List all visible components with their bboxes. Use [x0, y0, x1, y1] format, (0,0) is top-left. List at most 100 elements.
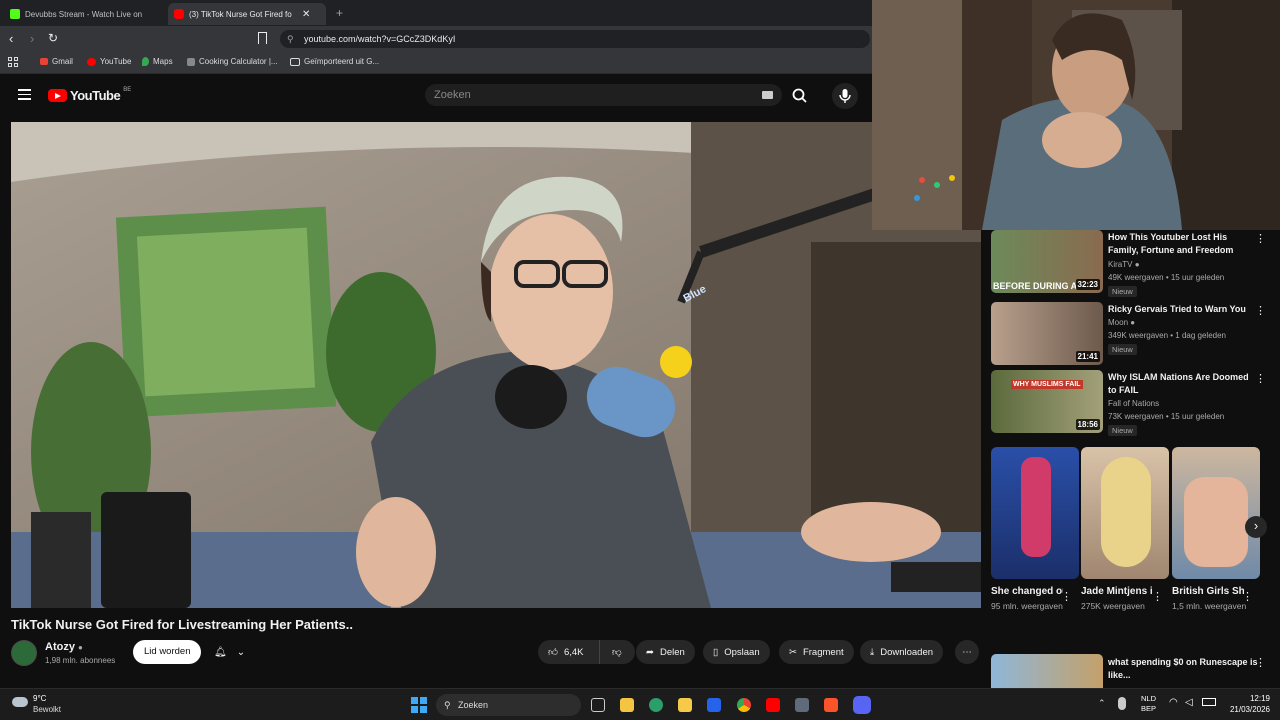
start-icon[interactable] — [411, 697, 427, 713]
video-frame — [11, 122, 981, 608]
language-indicator[interactable]: NLD — [1141, 694, 1156, 703]
calculator-icon — [187, 57, 195, 66]
keyboard-icon[interactable] — [762, 91, 773, 99]
bookmark-label: Gmail — [52, 57, 73, 66]
notification-button[interactable]: 🔔︎ ⌄ — [206, 640, 256, 664]
reload-icon[interactable]: ↻ — [48, 31, 58, 45]
bookmark-icon[interactable] — [258, 32, 267, 44]
channel-name[interactable]: Moon ● — [1108, 318, 1135, 327]
bookmark-gmail[interactable]: Gmail — [40, 57, 73, 66]
calendar-app-icon[interactable] — [620, 698, 634, 712]
search-button[interactable] — [790, 86, 810, 106]
verified-icon: ● — [1130, 318, 1136, 327]
new-tab-icon[interactable]: + — [336, 6, 343, 20]
short-item[interactable]: She changed outfits in 1 ... 95 mln. wee… — [991, 447, 1079, 613]
short-title[interactable]: She changed outfits in 1 ... — [991, 585, 1063, 599]
more-options-icon[interactable]: ⋮ — [1242, 590, 1253, 603]
more-options-icon[interactable]: ⋮ — [1255, 304, 1266, 317]
more-actions-button[interactable]: ⋯ — [955, 640, 979, 664]
voice-search-button[interactable] — [832, 83, 858, 109]
more-options-icon[interactable]: ⋮ — [1152, 590, 1163, 603]
task-view-icon[interactable] — [591, 698, 605, 712]
apps-grid-icon[interactable] — [8, 57, 18, 67]
file-explorer-icon[interactable] — [678, 698, 692, 712]
share-button[interactable]: ➦ Delen — [636, 640, 695, 664]
more-options-icon[interactable]: ⋮ — [1255, 656, 1266, 669]
recommended-video[interactable]: WHY MUSLIMS FAIL 18:56 Why ISLAM Nations… — [991, 370, 1271, 436]
url-field[interactable]: ⚲ youtube.com/watch?v=GCcZ3DKdKyI — [280, 30, 870, 48]
channel-label: Moon — [1108, 318, 1129, 327]
url-text: youtube.com/watch?v=GCcZ3DKdKyI — [304, 34, 456, 44]
video-thumbnail[interactable] — [991, 654, 1103, 688]
channel-name[interactable]: Atozy ● — [45, 641, 83, 653]
channel-name[interactable]: KiraTV ● — [1108, 260, 1140, 269]
bookmark-label: Cooking Calculator |... — [199, 57, 278, 66]
wifi-icon[interactable]: ◠ — [1169, 697, 1178, 708]
shorts-next-icon[interactable]: › — [1245, 516, 1267, 538]
youtube-play-icon — [48, 89, 67, 102]
video-thumbnail[interactable]: 21:41 — [991, 302, 1103, 365]
recommended-video[interactable]: 21:41 Ricky Gervais Tried to Warn You Mo… — [991, 302, 1271, 366]
battery-icon[interactable] — [1202, 698, 1216, 706]
weather-temp[interactable]: 9°C — [33, 694, 46, 703]
short-thumbnail[interactable] — [1081, 447, 1169, 579]
back-icon[interactable]: ‹ — [9, 31, 13, 46]
discord-icon[interactable] — [853, 696, 871, 714]
video-title[interactable]: Why ISLAM Nations Are Doomed to FAIL — [1108, 371, 1258, 397]
join-button[interactable]: Lid worden — [133, 640, 202, 664]
store-icon[interactable] — [707, 698, 721, 712]
brave-icon[interactable] — [824, 698, 838, 712]
video-player[interactable]: Blue — [11, 122, 981, 608]
browser-tab-youtube[interactable]: (3) TikTok Nurse Got Fired fo ✕ — [168, 3, 326, 25]
save-button[interactable]: ▯ Opslaan — [703, 640, 770, 664]
more-options-icon[interactable]: ⋮ — [1255, 372, 1266, 385]
browser-tab-kick[interactable]: Devubbs Stream - Watch Live on — [4, 3, 164, 25]
video-title[interactable]: what spending $0 on Runescape is like... — [1108, 656, 1258, 682]
microphone-tray-icon[interactable] — [1118, 697, 1126, 710]
chrome-icon[interactable] — [737, 698, 751, 712]
tab-title: Devubbs Stream - Watch Live on — [25, 9, 143, 19]
channel-name[interactable]: Fall of Nations — [1108, 399, 1159, 408]
youtube-logo[interactable]: YouTube BE — [48, 87, 131, 103]
bookmark-cooking-calculator[interactable]: Cooking Calculator |... — [187, 57, 278, 66]
tray-chevron-icon[interactable]: ⌃ — [1098, 698, 1106, 709]
like-button[interactable]: 👍︎ 6,4K — [538, 640, 600, 664]
video-title[interactable]: How This Youtuber Lost His Family, Fortu… — [1108, 231, 1258, 257]
weather-icon[interactable] — [12, 697, 28, 707]
bookmark-youtube[interactable]: YouTube — [87, 57, 131, 66]
video-thumbnail[interactable]: BEFORE DURING A 32:23 — [991, 230, 1103, 293]
video-thumbnail[interactable]: WHY MUSLIMS FAIL 18:56 — [991, 370, 1103, 433]
menu-icon[interactable] — [18, 89, 31, 100]
search-icon — [792, 88, 807, 103]
more-options-icon[interactable]: ⋮ — [1255, 232, 1266, 245]
site-info-icon[interactable]: ⚲ — [287, 30, 294, 48]
channel-avatar[interactable] — [11, 640, 37, 666]
video-title[interactable]: Ricky Gervais Tried to Warn You — [1108, 303, 1258, 316]
edge-icon[interactable] — [649, 698, 663, 712]
dislike-button[interactable]: 👎︎ — [606, 646, 622, 658]
youtube-app-icon[interactable] — [766, 698, 780, 712]
download-button[interactable]: ⤓ Downloaden — [860, 640, 944, 664]
search-input[interactable]: Zoeken — [425, 84, 782, 106]
bookmark-folder[interactable]: Geïmporteerd uit G... — [290, 57, 379, 66]
close-tab-icon[interactable]: ✕ — [302, 9, 310, 20]
more-options-icon[interactable]: ⋮ — [1061, 590, 1072, 603]
bookmark-maps[interactable]: Maps — [142, 57, 173, 66]
short-item[interactable]: Jade Mintjens is ... 275K weergaven — [1081, 447, 1169, 613]
bookmark-label: YouTube — [100, 57, 132, 66]
video-duration: 32:23 — [1075, 279, 1100, 290]
short-thumbnail[interactable] — [991, 447, 1079, 579]
calculator-icon[interactable] — [795, 698, 809, 712]
search-icon: ⚲ — [444, 700, 451, 710]
taskbar-search[interactable]: ⚲ Zoeken — [436, 694, 581, 716]
clip-button[interactable]: ✂ Fragment — [779, 640, 854, 664]
volume-icon[interactable]: ◁ — [1185, 697, 1193, 708]
short-title[interactable]: British Girls Share Datin... — [1172, 585, 1244, 599]
clock-date[interactable]: 21/03/2026 — [1220, 705, 1270, 714]
forward-icon[interactable]: › — [30, 31, 34, 46]
short-thumbnail[interactable] — [1172, 447, 1260, 579]
recommended-video[interactable]: BEFORE DURING A 32:23 How This Youtuber … — [991, 230, 1271, 297]
clock-time[interactable]: 12:19 — [1220, 694, 1270, 703]
recommended-video[interactable]: what spending $0 on Runescape is like...… — [991, 654, 1271, 688]
short-title[interactable]: Jade Mintjens is ... — [1081, 585, 1153, 599]
